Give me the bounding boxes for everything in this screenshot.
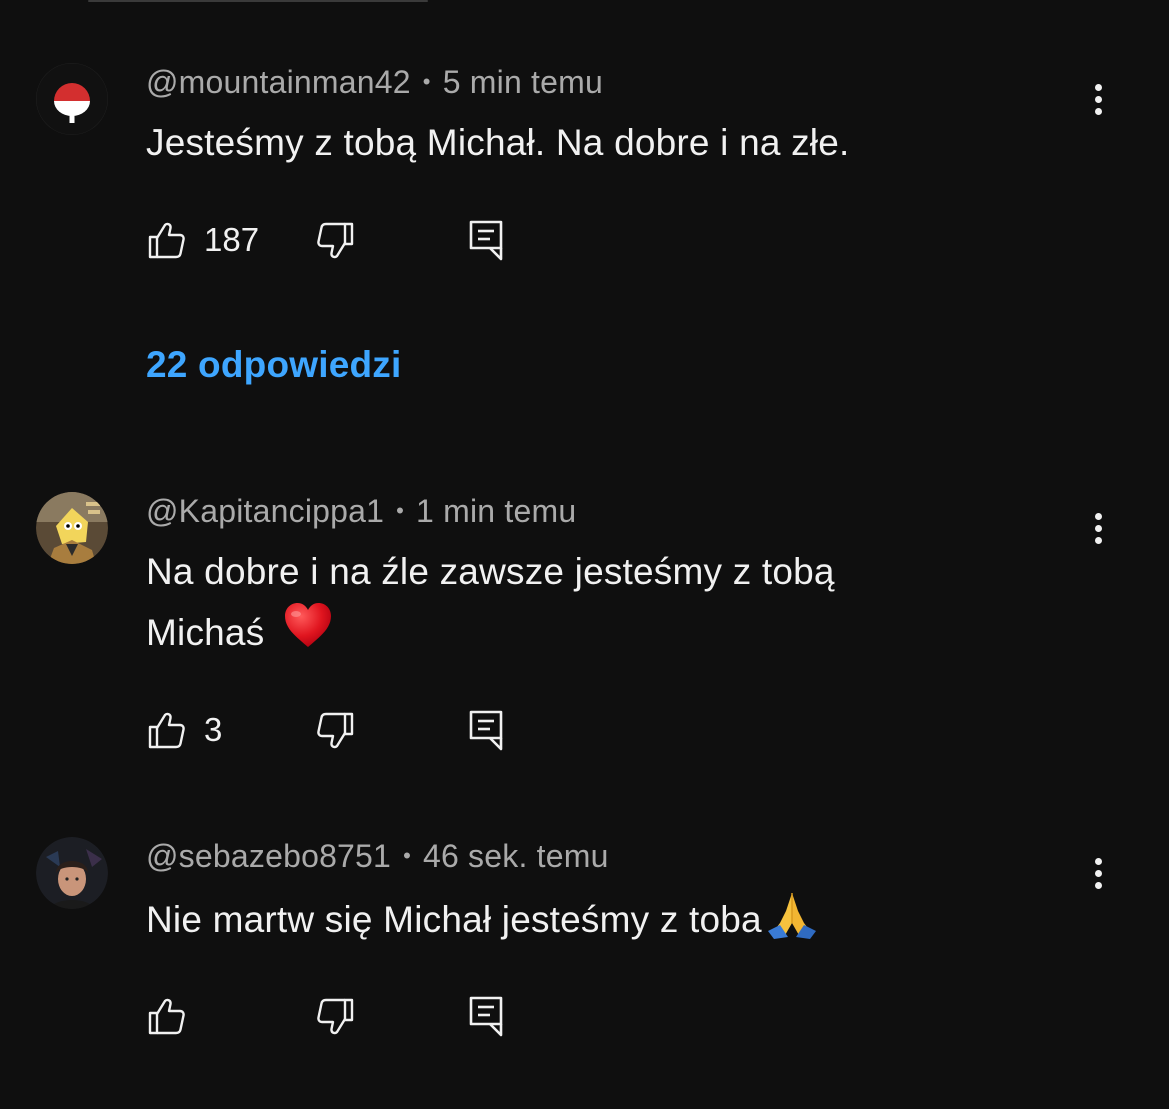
thumbs-up-icon: [146, 996, 186, 1036]
separator-dot: •: [396, 497, 405, 523]
comment-menu-button[interactable]: [1080, 851, 1116, 895]
more-vertical-icon: [1094, 512, 1102, 520]
more-vertical-icon: [1094, 83, 1102, 91]
avatar[interactable]: [36, 492, 108, 564]
like-count: 3: [204, 711, 223, 748]
replies-link[interactable]: 22 odpowiedzi: [146, 344, 401, 386]
comment-actions: 3: [146, 708, 546, 752]
like-count: 187: [204, 221, 260, 258]
separator-dot: •: [422, 68, 431, 94]
profile-photo-avatar-image: [36, 837, 108, 909]
like-button[interactable]: [146, 994, 204, 1038]
comment-meta: @sebazebo8751 • 46 sek. temu: [146, 838, 609, 875]
like-button[interactable]: 187: [146, 218, 259, 262]
thumbs-down-icon: [316, 996, 356, 1036]
dislike-button[interactable]: [316, 994, 356, 1038]
heart-emoji-icon: [283, 602, 333, 668]
comment-text-line-2-wrap: Michaś: [146, 602, 1026, 668]
timestamp[interactable]: 5 min temu: [443, 64, 603, 100]
avatar[interactable]: [36, 63, 108, 135]
folded-hands-emoji-icon: [764, 887, 820, 957]
comment-text: Nie martw się Michał jesteśmy z toba: [146, 887, 1026, 957]
thumbs-up-icon: [146, 710, 186, 750]
like-button[interactable]: 3: [146, 708, 222, 752]
reply-button[interactable]: [468, 994, 504, 1038]
reply-button[interactable]: [468, 708, 504, 752]
avatar[interactable]: [36, 837, 108, 909]
comment-menu-button[interactable]: [1080, 506, 1116, 550]
reply-icon: [468, 995, 504, 1037]
thumbs-down-icon: [316, 220, 356, 260]
thumbs-up-icon: [146, 220, 186, 260]
scroll-indicator: [88, 0, 428, 2]
reply-button[interactable]: [468, 218, 504, 262]
comment-text: Na dobre i na źle zawsze jesteśmy z tobą…: [146, 542, 1026, 668]
timestamp[interactable]: 46 sek. temu: [423, 838, 609, 874]
reply-icon: [468, 219, 504, 261]
cartoon-character-avatar-image: [36, 492, 108, 564]
comment-text-content: Nie martw się Michał jesteśmy z toba: [146, 898, 762, 940]
more-vertical-icon: [1094, 857, 1102, 865]
timestamp[interactable]: 1 min temu: [416, 493, 576, 529]
thumbs-down-icon: [316, 710, 356, 750]
comment-text-content: Jesteśmy z tobą Michał. Na dobre i na zł…: [146, 122, 850, 163]
dislike-button[interactable]: [316, 708, 356, 752]
comment-text-line-2: Michaś: [146, 611, 265, 653]
dislike-button[interactable]: [316, 218, 356, 262]
comment-meta: @mountainman42 • 5 min temu: [146, 64, 603, 101]
comment-menu-button[interactable]: [1080, 77, 1116, 121]
author-name[interactable]: @mountainman42: [146, 64, 411, 100]
comment-actions: 187: [146, 218, 546, 262]
uchiha-fan-avatar-image: [36, 63, 108, 135]
comment-actions: [146, 994, 546, 1038]
comment-text-line-1: Na dobre i na źle zawsze jesteśmy z tobą: [146, 551, 835, 592]
reply-icon: [468, 709, 504, 751]
comment-meta: @Kapitancippa1 • 1 min temu: [146, 493, 576, 530]
author-name[interactable]: @sebazebo8751: [146, 838, 391, 874]
comments-section: @mountainman42 • 5 min temu Jesteśmy z tob…: [0, 0, 1169, 1109]
separator-dot: •: [403, 842, 411, 868]
author-name[interactable]: @Kapitancippa1: [146, 493, 384, 529]
comment-text: Jesteśmy z tobą Michał. Na dobre i na zł…: [146, 113, 1026, 173]
